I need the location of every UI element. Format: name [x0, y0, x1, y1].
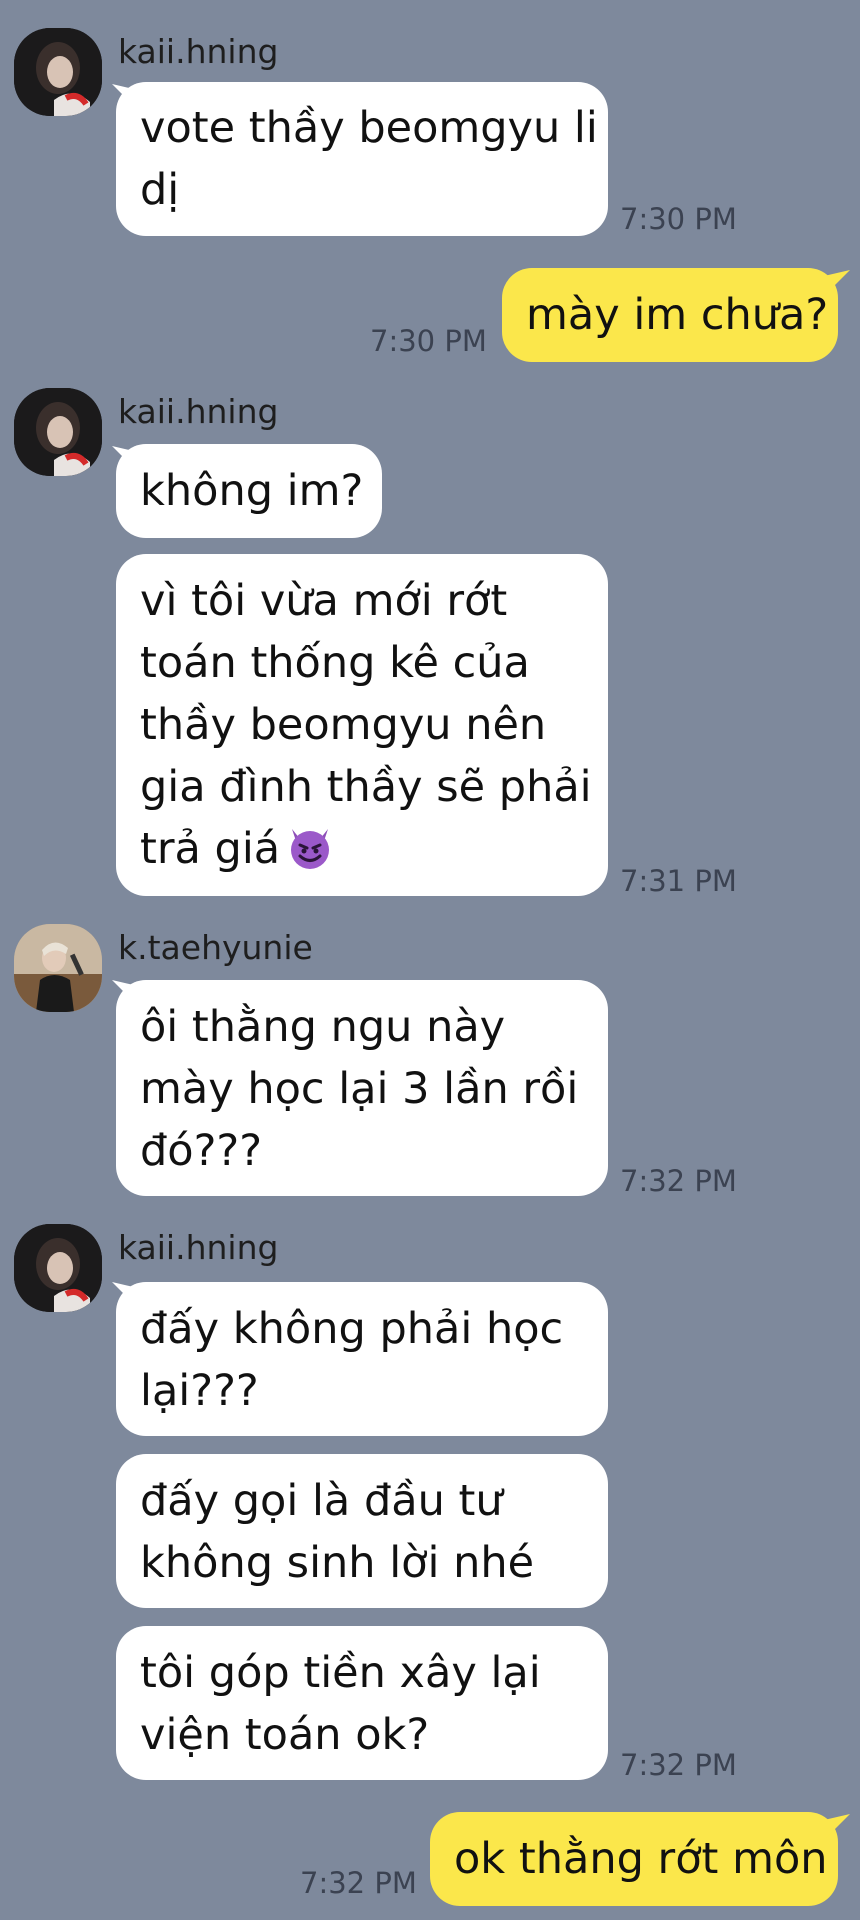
message-bubble[interactable]: tôi góp tiền xây lại viện toán ok?: [116, 1626, 608, 1780]
message-bubble-outgoing[interactable]: mày im chưa?: [502, 268, 838, 362]
message-time: 7:30 PM: [620, 202, 737, 236]
message-text: thầy beomgyu nên: [140, 700, 547, 750]
sender-name: kaii.hning: [118, 1228, 279, 1267]
message-text: viện toán ok?: [140, 1710, 430, 1760]
smiling-devil-emoji: [291, 829, 330, 869]
sender-name: k.taehyunie: [118, 928, 313, 967]
message-time: 7:32 PM: [300, 1866, 417, 1900]
message-time: 7:32 PM: [620, 1164, 737, 1198]
message-text: ok thằng rớt môn: [454, 1834, 828, 1884]
avatar-kaii-hning[interactable]: [14, 1224, 102, 1312]
bubble-tail: [824, 270, 850, 296]
message-text: đấy không phải học: [140, 1304, 564, 1354]
message-text: ôi thằng ngu này: [140, 1002, 506, 1052]
message-text: vì tôi vừa mới rớt: [140, 576, 508, 626]
message-text: tôi góp tiền xây lại: [140, 1648, 541, 1698]
message-time: 7:30 PM: [370, 324, 487, 358]
avatar-kaii-hning[interactable]: [14, 388, 102, 476]
message-bubble[interactable]: đấy không phải học lại???: [116, 1282, 608, 1436]
message-bubble[interactable]: vote thầy beomgyu li dị: [116, 82, 608, 236]
message-bubble[interactable]: đấy gọi là đầu tư không sinh lời nhé: [116, 1454, 608, 1608]
avatar-kaii-hning[interactable]: [14, 28, 102, 116]
message-time: 7:32 PM: [620, 1748, 737, 1782]
message-text: đấy gọi là đầu tư: [140, 1476, 503, 1526]
message-text: đó???: [140, 1126, 263, 1176]
message-text: gia đình thầy sẽ phải: [140, 762, 592, 812]
sender-name: kaii.hning: [118, 32, 279, 71]
bubble-tail: [824, 1814, 850, 1840]
sender-name: kaii.hning: [118, 392, 279, 431]
message-text: lại???: [140, 1366, 259, 1416]
message-bubble[interactable]: vì tôi vừa mới rớt toán thống kê của thầ…: [116, 554, 608, 896]
message-text: mày im chưa?: [526, 290, 829, 340]
message-text: toán thống kê của: [140, 638, 530, 688]
message-text: không im?: [140, 466, 364, 516]
message-time: 7:31 PM: [620, 864, 737, 898]
message-text: không sinh lời nhé: [140, 1538, 535, 1588]
message-text: mày học lại 3 lần rồi: [140, 1064, 579, 1114]
message-text: dị: [140, 165, 180, 215]
message-bubble[interactable]: không im?: [116, 444, 382, 538]
message-text: vote thầy beomgyu li: [140, 103, 598, 153]
message-text: trả giá: [140, 824, 281, 874]
message-bubble-outgoing[interactable]: ok thằng rớt môn: [430, 1812, 838, 1906]
avatar-k-taehyunie[interactable]: [14, 924, 102, 1012]
message-bubble[interactable]: ôi thằng ngu này mày học lại 3 lần rồi đ…: [116, 980, 608, 1196]
